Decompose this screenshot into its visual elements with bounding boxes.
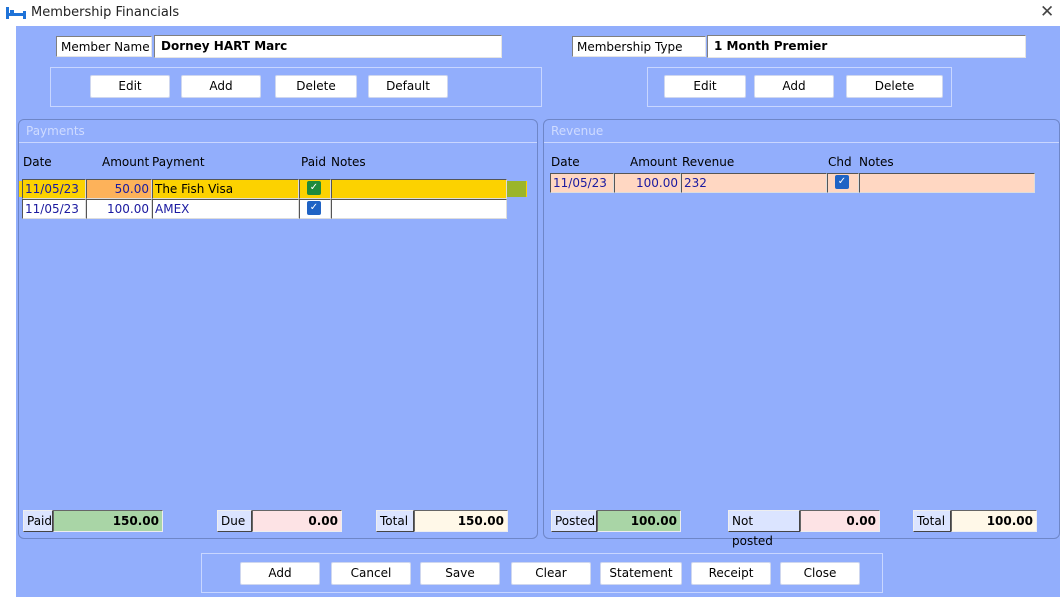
membership-type-field[interactable]: 1 Month Premier: [707, 35, 1026, 58]
footer-clear-button[interactable]: Clear: [511, 562, 591, 585]
footer-cancel-button[interactable]: Cancel: [331, 562, 411, 585]
payments-title: Payments: [26, 124, 85, 138]
paid-checkbox-icon[interactable]: ✓: [307, 181, 321, 195]
paid-checkbox-icon[interactable]: ✓: [307, 201, 321, 215]
title-bar: Membership Financials ✕: [0, 0, 1060, 26]
type-edit-button[interactable]: Edit: [664, 75, 746, 98]
posted-label: Posted: [551, 510, 597, 532]
window-title: Membership Financials: [31, 5, 180, 20]
payments-header-amount: Amount: [102, 155, 150, 169]
member-name-field[interactable]: Dorney HART Marc: [154, 35, 502, 58]
revenue-code-cell[interactable]: 232: [681, 173, 827, 193]
not-posted-value: 0.00: [800, 510, 880, 532]
revenue-amount-cell[interactable]: 100.00: [614, 173, 681, 193]
payment-notes-cell[interactable]: [331, 199, 507, 219]
member-default-button[interactable]: Default: [368, 75, 448, 98]
revenue-header-chd: Chd: [828, 155, 852, 169]
footer-statement-button[interactable]: Statement: [600, 562, 682, 585]
member-edit-button[interactable]: Edit: [90, 75, 170, 98]
due-value: 0.00: [252, 510, 342, 532]
payment-amount-cell[interactable]: 100.00: [86, 199, 152, 219]
posted-value: 100.00: [597, 510, 681, 532]
payments-header-paid: Paid: [301, 155, 327, 169]
membership-type-label: Membership Type: [572, 36, 706, 57]
revenue-total-label: Total: [913, 510, 951, 532]
revenue-notes-cell[interactable]: [859, 173, 1035, 193]
paid-label: Paid: [23, 510, 53, 532]
type-delete-button[interactable]: Delete: [846, 75, 943, 98]
due-label: Due: [217, 510, 252, 532]
payments-header-notes: Notes: [331, 155, 366, 169]
footer-receipt-button[interactable]: Receipt: [691, 562, 771, 585]
member-delete-button[interactable]: Delete: [275, 75, 357, 98]
payments-total-label: Total: [376, 510, 414, 532]
revenue-header-notes: Notes: [859, 155, 894, 169]
revenue-title: Revenue: [551, 124, 604, 138]
revenue-header-amount: Amount: [630, 155, 678, 169]
payment-date-cell[interactable]: 11/05/23: [22, 199, 86, 219]
revenue-date-cell[interactable]: 11/05/23: [550, 173, 614, 193]
chd-checkbox-icon[interactable]: ✓: [835, 175, 849, 189]
payments-header-date: Date: [23, 155, 52, 169]
revenue-header-revenue: Revenue: [682, 155, 735, 169]
payment-notes-cell[interactable]: [331, 179, 507, 199]
footer-save-button[interactable]: Save: [420, 562, 500, 585]
payment-method-cell[interactable]: The Fish Visa: [152, 179, 299, 199]
not-posted-label: Not posted: [728, 510, 800, 548]
window-close-icon[interactable]: ✕: [1040, 2, 1054, 22]
revenue-total-value: 100.00: [951, 510, 1037, 532]
revenue-title-divider: [544, 142, 1059, 143]
footer-close-button[interactable]: Close: [780, 562, 860, 585]
member-name-label: Member Name: [56, 36, 152, 57]
payments-header-payment: Payment: [152, 155, 205, 169]
revenue-header-date: Date: [551, 155, 580, 169]
revenue-chd-cell[interactable]: ✓: [827, 173, 859, 193]
client-area: Member Name Dorney HART Marc Edit Add De…: [16, 26, 1060, 597]
payment-paid-cell[interactable]: ✓: [299, 179, 331, 199]
paid-total-value: 150.00: [53, 510, 163, 532]
row-selection-marker: [507, 181, 526, 197]
type-add-button[interactable]: Add: [754, 75, 834, 98]
payments-total-value: 150.00: [414, 510, 508, 532]
bed-icon: [6, 7, 26, 19]
payment-paid-cell[interactable]: ✓: [299, 199, 331, 219]
footer-add-button[interactable]: Add: [240, 562, 320, 585]
payments-title-divider: [19, 142, 537, 143]
payment-amount-cell[interactable]: 50.00: [86, 179, 152, 199]
payment-date-cell[interactable]: 11/05/23: [22, 179, 86, 199]
member-add-button[interactable]: Add: [181, 75, 261, 98]
payment-method-cell[interactable]: AMEX: [152, 199, 299, 219]
